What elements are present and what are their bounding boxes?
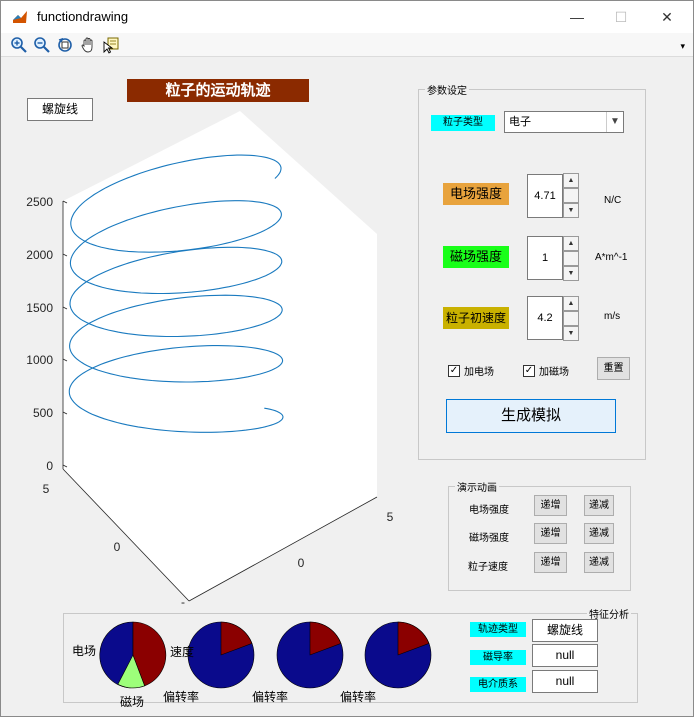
z-tick-label: 2000 bbox=[26, 248, 53, 262]
particle-type-label: 粒子类型 bbox=[431, 115, 495, 131]
check-icon[interactable]: ✓ bbox=[523, 364, 535, 377]
matlab-logo-icon bbox=[12, 9, 28, 25]
x-tick-label: - bbox=[181, 595, 185, 606]
pie-chart-3 bbox=[276, 621, 344, 689]
spin-down-icon[interactable]: ▼ bbox=[563, 203, 579, 218]
rotate-3d-icon[interactable] bbox=[56, 36, 74, 54]
e-field-increase-button[interactable]: 递增 bbox=[534, 495, 567, 516]
spin-thumb[interactable] bbox=[563, 311, 579, 326]
zoom-out-icon[interactable] bbox=[33, 36, 51, 54]
add-b-field-label: 加磁场 bbox=[539, 367, 569, 378]
data-cursor-icon[interactable] bbox=[102, 36, 120, 54]
spin-down-icon[interactable]: ▼ bbox=[563, 326, 579, 341]
b-field-spinner[interactable]: ▲ ▼ bbox=[563, 236, 579, 282]
v0-input[interactable]: 4.2 bbox=[527, 296, 563, 340]
track-type-label: 轨迹类型 bbox=[470, 622, 526, 637]
b-field-increase-button[interactable]: 递增 bbox=[534, 523, 567, 544]
toolbar-overflow-icon[interactable]: ▾ bbox=[680, 41, 685, 52]
particle-type-dropdown[interactable]: 电子 ▼ bbox=[504, 111, 624, 133]
add-e-field-checkbox[interactable]: ✓ 加电场 bbox=[448, 363, 494, 378]
speed-increase-button[interactable]: 递增 bbox=[534, 552, 567, 573]
plot-title: 粒子的运动轨迹 bbox=[127, 79, 309, 102]
dielectric-label: 电介质系 bbox=[470, 677, 526, 692]
generate-simulation-button[interactable]: 生成模拟 bbox=[446, 399, 616, 433]
dielectric-value: null bbox=[532, 670, 598, 693]
pie-label-speed: 速度 bbox=[170, 645, 195, 659]
spin-up-icon[interactable]: ▲ bbox=[563, 296, 579, 311]
permeability-value: null bbox=[532, 644, 598, 667]
pie-label-deflection-3: 偏转率 bbox=[340, 690, 377, 704]
pan-hand-icon[interactable] bbox=[79, 36, 97, 54]
e-field-decrease-button[interactable]: 递减 bbox=[584, 495, 614, 516]
z-tick-label: 1000 bbox=[26, 353, 53, 367]
chevron-down-icon[interactable]: ▼ bbox=[606, 112, 623, 132]
v0-label: 粒子初速度 bbox=[443, 307, 509, 329]
anim-label-b-field: 磁场强度 bbox=[469, 533, 509, 544]
window-title: functiondrawing bbox=[37, 9, 129, 24]
spin-down-icon[interactable]: ▼ bbox=[563, 266, 579, 281]
e-field-label: 电场强度 bbox=[443, 183, 509, 205]
z-tick-label: 2500 bbox=[26, 195, 53, 209]
x-tick-label: 5 bbox=[43, 482, 50, 496]
e-field-unit: N/C bbox=[604, 195, 622, 206]
pie-chart-1 bbox=[99, 621, 167, 689]
animation-panel-title: 演示动画 bbox=[455, 479, 499, 494]
b-field-label: 磁场强度 bbox=[443, 246, 509, 268]
pie-label-electric: 电场 bbox=[72, 644, 97, 658]
z-tick-label: 500 bbox=[33, 406, 53, 420]
v0-spinner[interactable]: ▲ ▼ bbox=[563, 296, 579, 342]
z-ticks: 0 500 1000 1500 2000 2500 bbox=[26, 195, 68, 473]
b-field-input[interactable]: 1 bbox=[527, 236, 563, 280]
title-bar: functiondrawing — ☐ ✕ bbox=[1, 1, 693, 33]
anim-label-speed: 粒子速度 bbox=[468, 562, 508, 573]
params-panel-title: 参数设定 bbox=[425, 82, 469, 97]
minimize-button[interactable]: — bbox=[554, 1, 600, 33]
b-field-unit: A*m^-1 bbox=[595, 252, 628, 263]
particle-type-value: 电子 bbox=[509, 116, 531, 128]
b-field-decrease-button[interactable]: 递减 bbox=[584, 523, 614, 544]
y-tick-label: 0 bbox=[298, 556, 305, 570]
pie-chart-4 bbox=[364, 621, 432, 689]
reset-button[interactable]: 重置 bbox=[597, 357, 630, 380]
maximize-button[interactable]: ☐ bbox=[598, 1, 644, 33]
add-b-field-checkbox[interactable]: ✓ 加磁场 bbox=[523, 363, 569, 378]
add-e-field-label: 加电场 bbox=[464, 367, 494, 378]
spin-thumb[interactable] bbox=[563, 251, 579, 266]
pie-chart-2 bbox=[187, 621, 255, 689]
check-icon[interactable]: ✓ bbox=[448, 364, 460, 377]
z-tick-label: 0 bbox=[46, 459, 53, 473]
speed-decrease-button[interactable]: 递减 bbox=[584, 552, 614, 573]
e-field-input[interactable]: 4.71 bbox=[527, 174, 563, 218]
spin-up-icon[interactable]: ▲ bbox=[563, 173, 579, 188]
3d-axes[interactable]: 0 500 1000 1500 2000 2500 5 0 - 0 5 bbox=[11, 106, 401, 606]
pie-label-deflection-1: 偏转率 bbox=[163, 690, 200, 704]
v0-unit: m/s bbox=[604, 311, 621, 322]
anim-label-e-field: 电场强度 bbox=[469, 505, 509, 516]
spin-thumb[interactable] bbox=[563, 188, 579, 203]
app-window: functiondrawing — ☐ ✕ ▾ 粒子的运动轨迹 螺旋线 0 50… bbox=[0, 0, 694, 717]
axes-background bbox=[63, 111, 377, 601]
x-tick-label: 0 bbox=[114, 540, 121, 554]
pie-label-magnetic: 磁场 bbox=[120, 695, 145, 707]
zoom-in-icon[interactable] bbox=[10, 36, 28, 54]
track-type-value: 螺旋线 bbox=[532, 619, 598, 642]
permeability-label: 磁导率 bbox=[470, 650, 526, 665]
pie-label-deflection-2: 偏转率 bbox=[252, 690, 289, 704]
e-field-spinner[interactable]: ▲ ▼ bbox=[563, 173, 579, 219]
y-tick-label: 5 bbox=[387, 510, 394, 524]
spin-up-icon[interactable]: ▲ bbox=[563, 236, 579, 251]
close-button[interactable]: ✕ bbox=[644, 1, 690, 33]
z-tick-label: 1500 bbox=[26, 301, 53, 315]
figure-toolbar: ▾ bbox=[1, 33, 693, 57]
